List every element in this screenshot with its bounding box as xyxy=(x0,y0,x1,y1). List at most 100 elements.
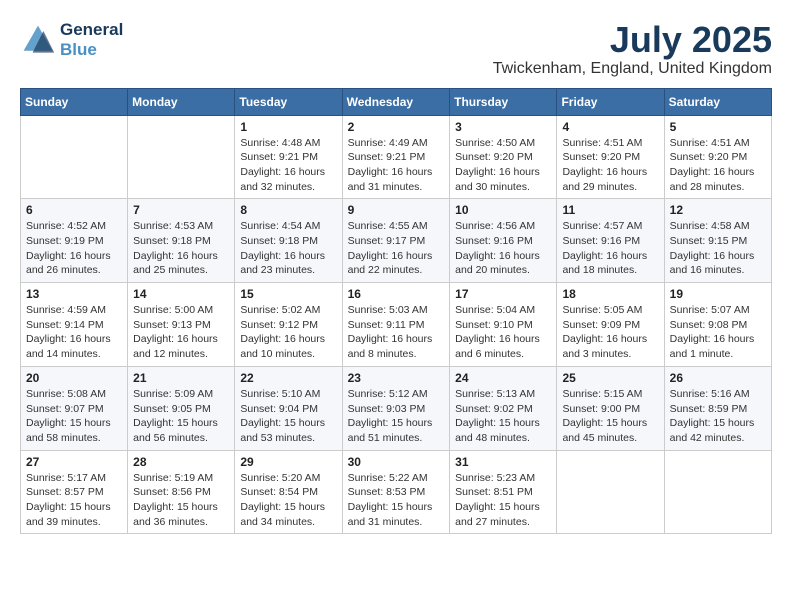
day-info: Sunrise: 4:48 AMSunset: 9:21 PMDaylight:… xyxy=(240,136,336,195)
title-block: July 2025 Twickenham, England, United Ki… xyxy=(493,20,772,78)
calendar-week-row: 13 Sunrise: 4:59 AMSunset: 9:14 PMDayligh… xyxy=(21,283,772,367)
calendar-cell: 18Sunrise: 5:05 AMSunset: 9:09 PMDayligh… xyxy=(557,283,664,367)
day-info: Sunrise: 5:23 AMSunset: 8:51 PMDaylight:… xyxy=(455,471,551,530)
calendar-cell: 3 Sunrise: 4:50 AMSunset: 9:20 PMDaylight… xyxy=(450,115,557,199)
day-of-week-sunday: Sunday xyxy=(21,88,128,115)
calendar-cell: 9 Sunrise: 4:55 AMSunset: 9:17 PMDaylight… xyxy=(342,199,450,283)
day-number: 15 xyxy=(240,287,336,301)
day-info: Sunrise: 5:03 AMSunset: 9:11 PMDaylight:… xyxy=(348,303,445,362)
calendar-cell xyxy=(664,450,771,534)
calendar-header-row: SundayMondayTuesdayWednesdayThursdayFrid… xyxy=(21,88,772,115)
day-info: Sunrise: 5:16 AMSunset: 8:59 PMDaylight:… xyxy=(670,387,766,446)
day-info: Sunrise: 4:51 AMSunset: 9:20 PMDaylight:… xyxy=(670,136,766,195)
day-info: Sunrise: 4:54 AMSunset: 9:18 PMDaylight:… xyxy=(240,219,336,278)
day-info: Sunrise: 5:12 AMSunset: 9:03 PMDaylight:… xyxy=(348,387,445,446)
day-info: Sunrise: 4:55 AMSunset: 9:17 PMDaylight:… xyxy=(348,219,445,278)
calendar-table: SundayMondayTuesdayWednesdayThursdayFrid… xyxy=(20,88,772,535)
calendar-week-row: 20Sunrise: 5:08 AMSunset: 9:07 PMDayligh… xyxy=(21,366,772,450)
day-of-week-tuesday: Tuesday xyxy=(235,88,342,115)
day-number: 10 xyxy=(455,203,551,217)
calendar-cell: 28 Sunrise: 5:19 AMSunset: 8:56 PMDayligh… xyxy=(128,450,235,534)
calendar-cell xyxy=(128,115,235,199)
month-year-title: July 2025 xyxy=(493,20,772,60)
day-of-week-friday: Friday xyxy=(557,88,664,115)
day-number: 6 xyxy=(26,203,122,217)
logo-icon xyxy=(20,22,56,58)
day-of-week-thursday: Thursday xyxy=(450,88,557,115)
calendar-cell: 10 Sunrise: 4:56 AMSunset: 9:16 PMDayligh… xyxy=(450,199,557,283)
calendar-cell: 26 Sunrise: 5:16 AMSunset: 8:59 PMDayligh… xyxy=(664,366,771,450)
day-number: 27 xyxy=(26,455,122,469)
day-info: Sunrise: 5:13 AMSunset: 9:02 PMDaylight:… xyxy=(455,387,551,446)
day-number: 7 xyxy=(133,203,229,217)
calendar-cell: 23Sunrise: 5:12 AMSunset: 9:03 PMDayligh… xyxy=(342,366,450,450)
day-info: Sunrise: 5:07 AMSunset: 9:08 PMDaylight:… xyxy=(670,303,766,362)
day-info: Sunrise: 5:09 AMSunset: 9:05 PMDaylight:… xyxy=(133,387,229,446)
calendar-cell: 24 Sunrise: 5:13 AMSunset: 9:02 PMDayligh… xyxy=(450,366,557,450)
day-info: Sunrise: 4:59 AMSunset: 9:14 PMDaylight:… xyxy=(26,303,122,362)
day-info: Sunrise: 4:58 AMSunset: 9:15 PMDaylight:… xyxy=(670,219,766,278)
calendar-cell: 17Sunrise: 5:04 AMSunset: 9:10 PMDayligh… xyxy=(450,283,557,367)
calendar-cell: 2Sunrise: 4:49 AMSunset: 9:21 PMDaylight… xyxy=(342,115,450,199)
day-info: Sunrise: 5:00 AMSunset: 9:13 PMDaylight:… xyxy=(133,303,229,362)
day-number: 17 xyxy=(455,287,551,301)
calendar-cell: 21 Sunrise: 5:09 AMSunset: 9:05 PMDayligh… xyxy=(128,366,235,450)
logo-text: General Blue xyxy=(60,20,123,60)
calendar-cell: 13 Sunrise: 4:59 AMSunset: 9:14 PMDayligh… xyxy=(21,283,128,367)
calendar-cell: 12Sunrise: 4:58 AMSunset: 9:15 PMDayligh… xyxy=(664,199,771,283)
day-number: 13 xyxy=(26,287,122,301)
day-number: 26 xyxy=(670,371,766,385)
calendar-cell: 1 Sunrise: 4:48 AMSunset: 9:21 PMDaylight… xyxy=(235,115,342,199)
day-info: Sunrise: 4:51 AMSunset: 9:20 PMDaylight:… xyxy=(562,136,658,195)
calendar-cell: 14 Sunrise: 5:00 AMSunset: 9:13 PMDayligh… xyxy=(128,283,235,367)
day-info: Sunrise: 5:15 AMSunset: 9:00 PMDaylight:… xyxy=(562,387,658,446)
calendar-cell xyxy=(557,450,664,534)
day-number: 9 xyxy=(348,203,445,217)
calendar-cell: 20Sunrise: 5:08 AMSunset: 9:07 PMDayligh… xyxy=(21,366,128,450)
day-info: Sunrise: 4:53 AMSunset: 9:18 PMDaylight:… xyxy=(133,219,229,278)
day-number: 3 xyxy=(455,120,551,134)
calendar-week-row: 1 Sunrise: 4:48 AMSunset: 9:21 PMDaylight… xyxy=(21,115,772,199)
calendar-cell: 5Sunrise: 4:51 AMSunset: 9:20 PMDaylight… xyxy=(664,115,771,199)
calendar-cell: 29Sunrise: 5:20 AMSunset: 8:54 PMDayligh… xyxy=(235,450,342,534)
day-info: Sunrise: 5:22 AMSunset: 8:53 PMDaylight:… xyxy=(348,471,445,530)
calendar-cell: 25 Sunrise: 5:15 AMSunset: 9:00 PMDayligh… xyxy=(557,366,664,450)
day-info: Sunrise: 5:17 AMSunset: 8:57 PMDaylight:… xyxy=(26,471,122,530)
day-of-week-wednesday: Wednesday xyxy=(342,88,450,115)
calendar-cell xyxy=(21,115,128,199)
calendar-cell: 8Sunrise: 4:54 AMSunset: 9:18 PMDaylight… xyxy=(235,199,342,283)
day-number: 14 xyxy=(133,287,229,301)
day-number: 4 xyxy=(562,120,658,134)
day-number: 11 xyxy=(562,203,658,217)
day-number: 18 xyxy=(562,287,658,301)
day-info: Sunrise: 4:50 AMSunset: 9:20 PMDaylight:… xyxy=(455,136,551,195)
day-info: Sunrise: 5:10 AMSunset: 9:04 PMDaylight:… xyxy=(240,387,336,446)
calendar-cell: 11 Sunrise: 4:57 AMSunset: 9:16 PMDayligh… xyxy=(557,199,664,283)
day-number: 30 xyxy=(348,455,445,469)
calendar-cell: 22 Sunrise: 5:10 AMSunset: 9:04 PMDayligh… xyxy=(235,366,342,450)
day-of-week-saturday: Saturday xyxy=(664,88,771,115)
location-subtitle: Twickenham, England, United Kingdom xyxy=(493,60,772,78)
calendar-cell: 15 Sunrise: 5:02 AMSunset: 9:12 PMDayligh… xyxy=(235,283,342,367)
day-info: Sunrise: 4:57 AMSunset: 9:16 PMDaylight:… xyxy=(562,219,658,278)
day-info: Sunrise: 5:02 AMSunset: 9:12 PMDaylight:… xyxy=(240,303,336,362)
day-number: 22 xyxy=(240,371,336,385)
calendar-week-row: 27 Sunrise: 5:17 AMSunset: 8:57 PMDayligh… xyxy=(21,450,772,534)
logo: General Blue xyxy=(20,20,123,60)
calendar-cell: 6Sunrise: 4:52 AMSunset: 9:19 PMDaylight… xyxy=(21,199,128,283)
day-info: Sunrise: 5:19 AMSunset: 8:56 PMDaylight:… xyxy=(133,471,229,530)
day-number: 21 xyxy=(133,371,229,385)
calendar-cell: 27 Sunrise: 5:17 AMSunset: 8:57 PMDayligh… xyxy=(21,450,128,534)
day-number: 24 xyxy=(455,371,551,385)
day-number: 1 xyxy=(240,120,336,134)
day-number: 19 xyxy=(670,287,766,301)
day-number: 29 xyxy=(240,455,336,469)
day-number: 16 xyxy=(348,287,445,301)
calendar-cell: 16 Sunrise: 5:03 AMSunset: 9:11 PMDayligh… xyxy=(342,283,450,367)
calendar-week-row: 6Sunrise: 4:52 AMSunset: 9:19 PMDaylight… xyxy=(21,199,772,283)
day-number: 28 xyxy=(133,455,229,469)
day-of-week-monday: Monday xyxy=(128,88,235,115)
day-number: 25 xyxy=(562,371,658,385)
day-info: Sunrise: 4:56 AMSunset: 9:16 PMDaylight:… xyxy=(455,219,551,278)
day-info: Sunrise: 4:49 AMSunset: 9:21 PMDaylight:… xyxy=(348,136,445,195)
